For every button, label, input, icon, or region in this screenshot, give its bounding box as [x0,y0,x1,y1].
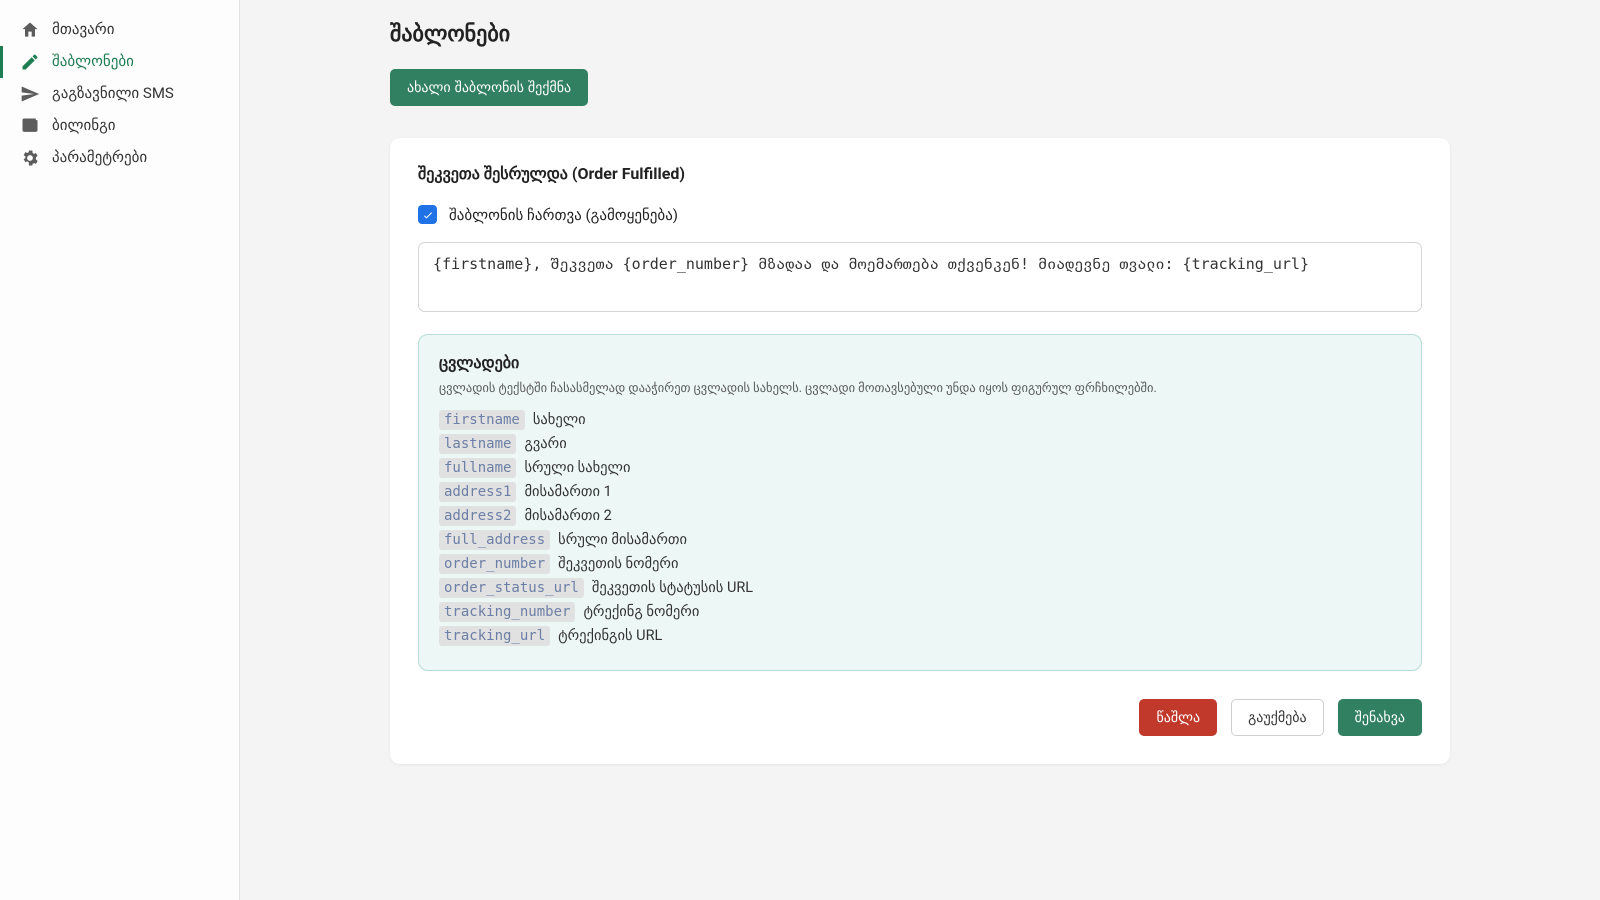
sidebar-item-label: გაგზავნილი SMS [52,84,174,104]
variable-row: address1 მისამართი 1 [439,482,1401,502]
page-title: შაბლონები [390,22,1450,47]
check-icon [422,209,434,221]
variables-list: firstname სახელი lastname გვარი fullname სრულ… [439,410,1401,646]
save-button[interactable]: შენახვა [1338,699,1422,736]
variable-row: order_status_url შეკვეთის სტატუსის URL [439,578,1401,598]
variable-description: ტრექინგის URL [558,627,662,644]
edit-icon [20,52,40,72]
delete-button[interactable]: წაშლა [1139,699,1217,736]
template-card: შეკვეთა შესრულდა (Order Fulfilled) შაბლო… [390,138,1450,764]
variable-chip[interactable]: tracking_url [439,626,550,646]
variable-row: tracking_url ტრექინგის URL [439,626,1401,646]
template-card-title: შეკვეთა შესრულდა (Order Fulfilled) [418,164,1422,183]
variable-description: მისამართი 2 [524,507,611,524]
variable-description: სახელი [533,411,586,428]
variable-row: fullname სრული სახელი [439,458,1401,478]
wallet-icon [20,116,40,136]
variable-chip[interactable]: tracking_number [439,602,575,622]
gear-icon [20,148,40,168]
variable-description: შეკვეთის ნომერი [558,555,678,572]
variable-row: lastname გვარი [439,434,1401,454]
sidebar: მთავარი შაბლონები გაგზავნილი SMS ბილინგი… [0,0,240,900]
variable-row: order_number შეკვეთის ნომერი [439,554,1401,574]
variable-description: ტრექინგ ნომერი [583,603,699,620]
variable-description: სრული სახელი [524,459,630,476]
enable-template-label: შაბლონის ჩართვა (გამოყენება) [449,206,678,224]
variable-description: გვარი [524,435,566,452]
sidebar-item-settings[interactable]: პარამეტრები [0,142,239,174]
variables-title: ცვლადები [439,353,1401,372]
variable-row: address2 მისამართი 2 [439,506,1401,526]
variable-chip[interactable]: lastname [439,434,516,454]
card-actions: წაშლა გაუქმება შენახვა [418,699,1422,736]
sidebar-item-sent-sms[interactable]: გაგზავნილი SMS [0,78,239,110]
sidebar-item-home[interactable]: მთავარი [0,14,239,46]
sidebar-item-label: ბილინგი [52,116,116,136]
sidebar-item-label: მთავარი [52,20,114,40]
variable-chip[interactable]: order_number [439,554,550,574]
variable-chip[interactable]: full_address [439,530,550,550]
new-template-button[interactable]: ახალი შაბლონის შექმნა [390,69,588,106]
variable-row: firstname სახელი [439,410,1401,430]
variables-help: ცვლადის ტექსტში ჩასასმელად დააჭირეთ ცვლა… [439,380,1401,398]
variable-chip[interactable]: fullname [439,458,516,478]
variable-description: სრული მისამართი [558,531,687,548]
home-icon [20,20,40,40]
enable-template-row: შაბლონის ჩართვა (გამოყენება) [418,205,1422,224]
sidebar-item-label: შაბლონები [52,52,134,72]
sidebar-item-templates[interactable]: შაბლონები [0,46,239,78]
sidebar-item-billing[interactable]: ბილინგი [0,110,239,142]
sidebar-item-label: პარამეტრები [52,148,147,168]
send-icon [20,84,40,104]
variable-description: მისამართი 1 [524,483,611,500]
variables-box: ცვლადები ცვლადის ტექსტში ჩასასმელად დააჭ… [418,334,1422,671]
variable-row: tracking_number ტრექინგ ნომერი [439,602,1401,622]
variable-row: full_address სრული მისამართი [439,530,1401,550]
main-content: შაბლონები ახალი შაბლონის შექმნა შეკვეთა … [240,0,1600,900]
cancel-button[interactable]: გაუქმება [1231,699,1324,736]
template-text-input[interactable] [418,242,1422,312]
variable-chip[interactable]: address2 [439,506,516,526]
variable-chip[interactable]: order_status_url [439,578,584,598]
enable-template-checkbox[interactable] [418,205,437,224]
variable-chip[interactable]: address1 [439,482,516,502]
variable-chip[interactable]: firstname [439,410,525,430]
variable-description: შეკვეთის სტატუსის URL [592,579,753,596]
